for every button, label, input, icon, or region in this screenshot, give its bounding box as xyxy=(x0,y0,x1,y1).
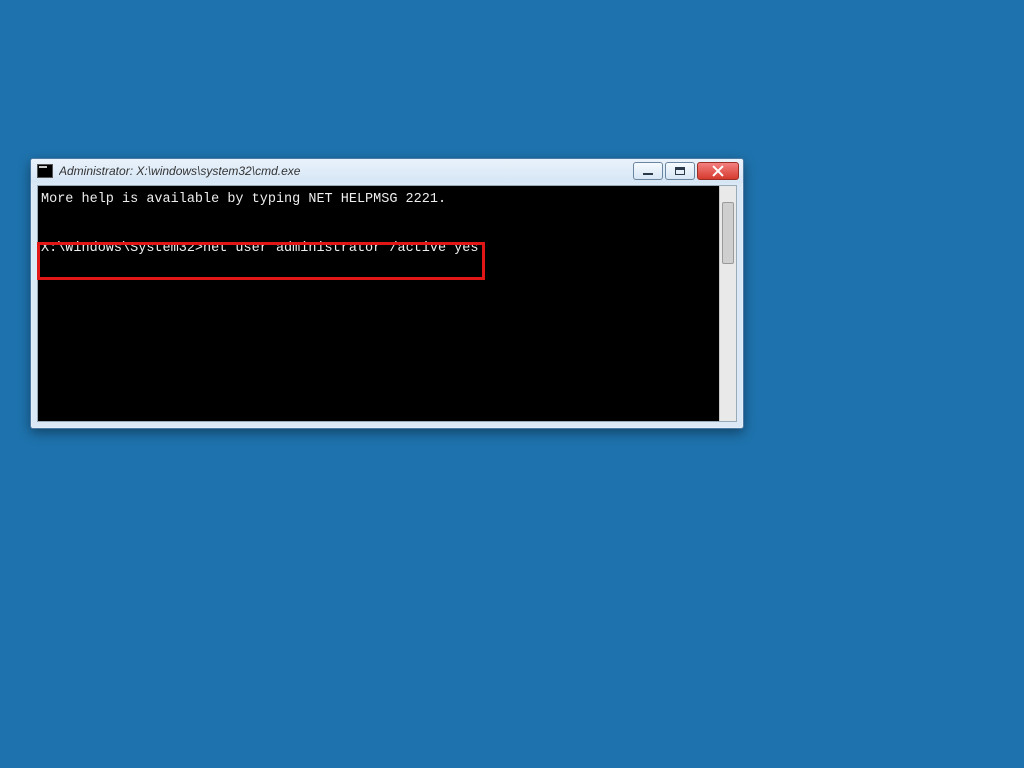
minimize-icon xyxy=(643,173,653,175)
minimize-button[interactable] xyxy=(633,162,663,180)
close-button[interactable] xyxy=(697,162,739,180)
terminal[interactable]: More help is available by typing NET HEL… xyxy=(38,186,719,421)
maximize-icon xyxy=(675,167,685,175)
client-area: More help is available by typing NET HEL… xyxy=(37,185,737,422)
close-icon xyxy=(712,165,724,177)
terminal-output-line: More help is available by typing NET HEL… xyxy=(41,192,446,207)
cmd-icon xyxy=(37,164,53,178)
vertical-scrollbar[interactable] xyxy=(719,186,736,421)
scrollbar-thumb[interactable] xyxy=(722,202,734,264)
window-title: Administrator: X:\windows\system32\cmd.e… xyxy=(59,164,633,178)
cmd-window: Administrator: X:\windows\system32\cmd.e… xyxy=(30,158,744,429)
titlebar[interactable]: Administrator: X:\windows\system32\cmd.e… xyxy=(31,159,743,183)
terminal-command: net user administrator /active yes xyxy=(203,241,478,256)
maximize-button[interactable] xyxy=(665,162,695,180)
window-controls xyxy=(633,162,739,180)
terminal-prompt: X:\Windows\System32> xyxy=(41,241,203,256)
